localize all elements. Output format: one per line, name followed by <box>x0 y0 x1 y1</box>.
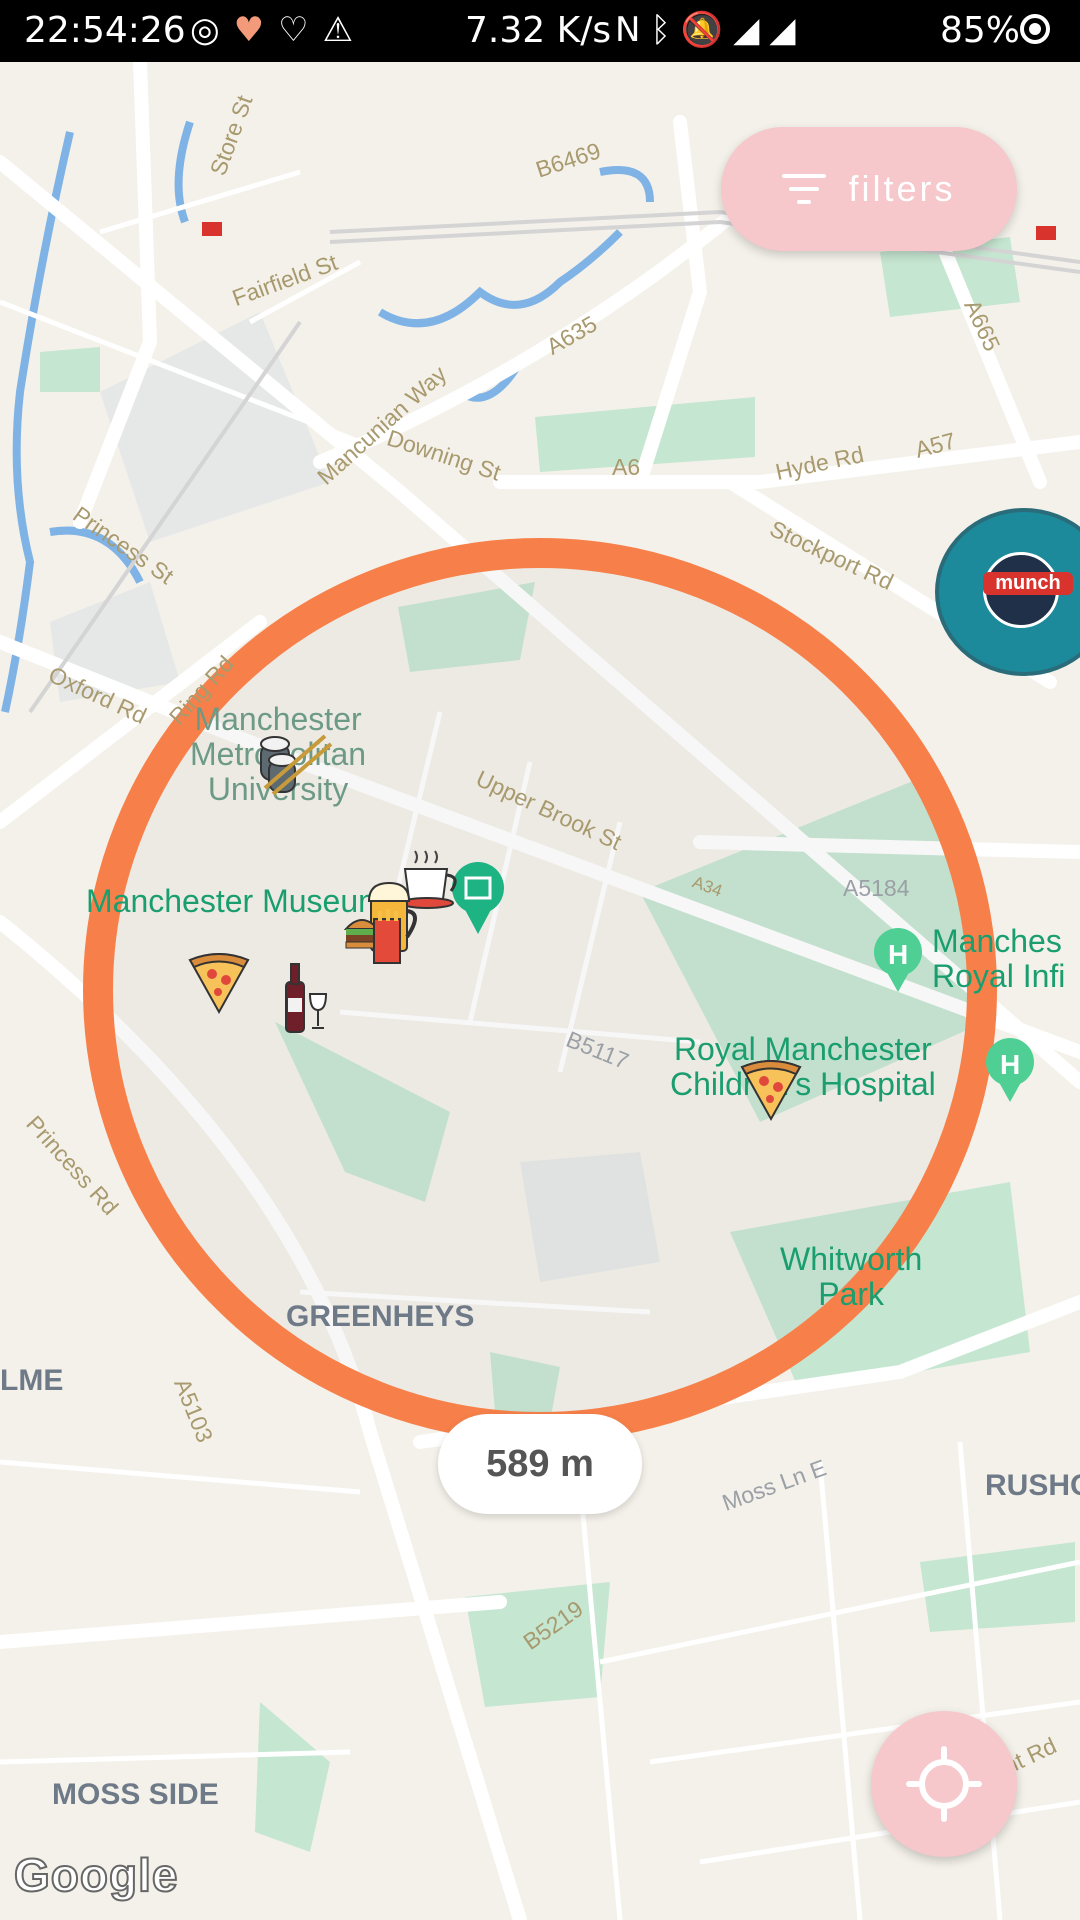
area-label: RUSHO <box>985 1469 1080 1502</box>
road-label: A6 <box>612 454 641 480</box>
infirmary-label: Manches Royal Infi <box>932 923 1066 995</box>
area-label: MOSS SIDE <box>52 1778 219 1811</box>
my-location-button[interactable] <box>871 1711 1017 1857</box>
area-label: GREENHEYS <box>286 1300 475 1333</box>
bluetooth-icon: ᛒ <box>650 10 681 50</box>
mute-icon: 🔕 <box>680 10 734 50</box>
system-icons: Nᛒ🔕◢◢ <box>615 10 806 50</box>
wifi-icon: ◢ <box>733 10 770 50</box>
area-label: LME <box>0 1364 64 1397</box>
battery-icon <box>1020 14 1050 44</box>
avatar-logo-text: munch <box>983 572 1073 595</box>
filters-button[interactable]: filters <box>721 127 1017 251</box>
nfc-icon: N <box>615 10 651 50</box>
filters-label: filters <box>848 168 956 209</box>
hospital-marker-2[interactable]: H <box>986 1038 1034 1102</box>
park-label: Whitworth Park <box>780 1241 923 1313</box>
road-label: A5184 <box>843 875 910 901</box>
svg-text:H: H <box>888 939 908 970</box>
crosshair-icon <box>906 1746 982 1822</box>
battery-percent: 85% <box>940 10 1021 51</box>
filter-icon <box>782 174 827 204</box>
signal-icon: ◢ <box>769 10 806 50</box>
heart-rate-icon: ♥ <box>233 10 279 50</box>
google-logo: Google <box>13 1848 179 1902</box>
radius-distance-badge: 589 m <box>438 1414 642 1514</box>
status-bar: 22:54:26 ◎♥♡⚠ 7.32 K/s Nᛒ🔕◢◢ 85% <box>0 0 1080 62</box>
notification-icons: ◎♥♡⚠ <box>190 10 367 50</box>
instagram-icon: ◎ <box>190 10 234 50</box>
museum-label: Manchester Museum <box>86 883 385 919</box>
health-icon: ♡ <box>278 10 323 50</box>
warning-icon: ⚠ <box>322 10 368 50</box>
status-time: 22:54:26 <box>24 10 186 51</box>
map-view[interactable]: H H Store St B6469 Fairfield St A635 Man… <box>0 62 1080 1920</box>
network-speed: 7.32 K/s <box>465 10 612 51</box>
svg-text:H: H <box>1000 1049 1020 1080</box>
